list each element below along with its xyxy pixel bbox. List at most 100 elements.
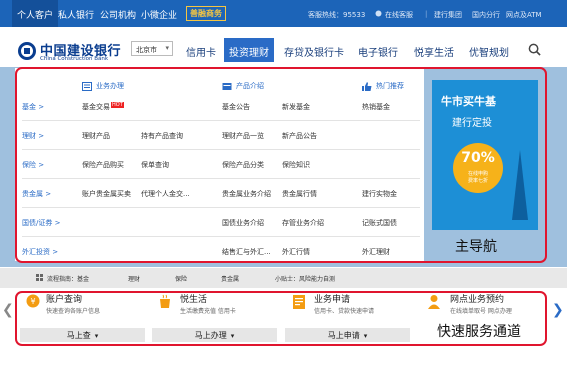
risk-test-link[interactable]: 小贴士：风险能力自测	[275, 274, 335, 283]
chevron-down-icon: ▾	[363, 332, 368, 340]
ccb-group-link[interactable]: 建行集团	[434, 10, 462, 20]
promo-percent: 70%	[461, 150, 495, 166]
menu-link-fx-wealth[interactable]: 外汇理财	[362, 247, 390, 257]
carousel-next-icon[interactable]: ❯	[552, 302, 564, 318]
domestic-branch-link[interactable]: 国内分行	[472, 10, 500, 20]
nav-deposit-loan[interactable]: 存贷及银行卡	[279, 38, 349, 62]
process-guide-metal[interactable]: 贵金属	[221, 274, 239, 283]
menu-link-fund-trade[interactable]: 基金交易 HOT	[82, 102, 124, 112]
service-account-query-desc: 快速查询各账户信息	[46, 308, 101, 315]
top-bar-content: 个人客户 私人银行 公司机构 小微企业 善融商务 客服热线：95533 在线客服…	[0, 0, 567, 27]
card-icon	[222, 82, 232, 90]
menu-link-metal-intro[interactable]: 贵金属业务介绍	[222, 189, 271, 199]
menu-link-fx-settlement[interactable]: 结售汇与外汇...	[222, 247, 271, 257]
menu-row-precious-metal[interactable]: 贵金属 >	[22, 189, 51, 199]
tab-private-banking[interactable]: 私人银行	[58, 8, 94, 21]
service-apply-title[interactable]: 业务申请	[314, 292, 350, 305]
yen-coin-icon: ¥	[26, 294, 40, 308]
divider	[22, 207, 420, 208]
city-select[interactable]: 北京市 ▾	[131, 41, 173, 56]
menu-link-bond-intro[interactable]: 国债业务介绍	[222, 218, 264, 228]
annotation-main-nav: 主导航	[455, 239, 497, 255]
promo-title: 牛市买牛基	[441, 95, 496, 108]
menu-link-policy-query[interactable]: 保单查询	[141, 160, 169, 170]
menu-link-book-entry-bond[interactable]: 记账式国债	[362, 218, 397, 228]
nav-life[interactable]: 悦享生活	[408, 38, 460, 62]
form-icon	[82, 81, 92, 91]
menu-row-forex[interactable]: 外汇投资 >	[22, 247, 58, 257]
finance-badge-link[interactable]: 善融商务	[186, 6, 226, 21]
service-apply-desc: 信用卡、贷款快速申请	[314, 308, 375, 315]
thumb-up-icon	[362, 81, 372, 91]
grid-icon	[36, 274, 43, 281]
service-branch-booking-title[interactable]: 网点业务预约	[450, 292, 504, 305]
ccb-logo-icon[interactable]	[18, 42, 36, 60]
divider	[22, 178, 420, 179]
promo-subtitle: 建行定投	[452, 118, 492, 129]
nav-credit-card[interactable]: 信用卡	[180, 38, 222, 62]
process-guide-insurance[interactable]: 保险	[175, 274, 187, 283]
menu-link-new-product-notice[interactable]: 新产品公告	[282, 131, 317, 141]
life-handle-button[interactable]: 马上办理 ▾	[152, 328, 277, 342]
hotline-text: 客服热线：95533	[308, 11, 366, 19]
menu-row-bonds[interactable]: 国债/证券 >	[22, 218, 60, 228]
online-service-link[interactable]: 在线客服	[385, 10, 413, 20]
menu-link-gold-agency[interactable]: 代理个人金交...	[141, 189, 190, 199]
logo-subtitle: China Construction Bank	[40, 56, 109, 62]
investment-menu-panel	[15, 68, 424, 261]
service-life-desc: 生活缴费充值 信用卡	[180, 308, 236, 315]
account-query-button[interactable]: 马上查 ▾	[20, 328, 145, 342]
apply-now-button[interactable]: 马上申请 ▾	[285, 328, 410, 342]
column-header-hot: 热门推荐	[362, 81, 404, 91]
atm-link[interactable]: 网点及ATM	[506, 10, 542, 20]
menu-row-wealth[interactable]: 理财 >	[22, 131, 44, 141]
svg-text:¥: ¥	[30, 297, 35, 306]
column-header-products: 产品介绍	[222, 81, 264, 91]
process-guide-wealth[interactable]: 理财	[128, 274, 140, 283]
chat-icon	[375, 10, 382, 17]
menu-link-metal-quotes[interactable]: 贵金属行情	[282, 189, 317, 199]
annotation-quick-service: 快速服务通道	[437, 324, 521, 340]
menu-link-holdings-query[interactable]: 持有产品查询	[141, 131, 183, 141]
document-icon	[293, 295, 305, 309]
menu-link-fund-notice[interactable]: 基金公告	[222, 102, 250, 112]
service-account-query-title[interactable]: 账户查询	[46, 292, 82, 305]
nav-planning[interactable]: 优智规划	[463, 38, 515, 62]
divider	[22, 149, 420, 150]
nav-e-banking[interactable]: 电子银行	[352, 38, 404, 62]
menu-link-wealth-list[interactable]: 理财产品一览	[222, 131, 264, 141]
tower-graphic	[512, 150, 528, 220]
menu-link-physical-gold[interactable]: 建行实物金	[362, 189, 397, 199]
menu-link-fx-quotes[interactable]: 外汇行情	[282, 247, 310, 257]
carousel-prev-icon[interactable]: ❮	[2, 302, 14, 318]
promo-badge-line2: 费率七折	[467, 178, 488, 184]
city-value: 北京市	[136, 46, 157, 54]
divider	[22, 236, 420, 237]
menu-row-fund[interactable]: 基金 >	[22, 102, 44, 112]
process-guide-fund[interactable]: 流程指南：基金	[47, 274, 89, 283]
menu-link-custody-intro[interactable]: 存管业务介绍	[282, 218, 324, 228]
service-life-title[interactable]: 悦生活	[180, 292, 207, 305]
menu-link-insurance-category[interactable]: 保险产品分类	[222, 160, 264, 170]
hot-badge: HOT	[111, 102, 124, 108]
divider: |	[425, 10, 428, 18]
search-icon[interactable]	[528, 43, 541, 56]
menu-link-new-fund[interactable]: 新发基金	[282, 102, 310, 112]
column-header-business: 业务办理	[82, 81, 124, 91]
menu-link-metal-trade[interactable]: 账户贵金属买卖	[82, 189, 131, 199]
promo-badge-line1: 在线申购	[467, 171, 488, 177]
menu-link-insurance-knowledge[interactable]: 保险知识	[282, 160, 310, 170]
tab-personal[interactable]: 个人客户	[12, 0, 59, 27]
tab-corporate[interactable]: 公司机构	[100, 8, 136, 21]
tab-small-business[interactable]: 小微企业	[141, 8, 177, 21]
chevron-down-icon: ▾	[230, 332, 235, 340]
chevron-down-icon: ▾	[94, 332, 99, 340]
service-branch-booking-desc: 在线填单取号 网点办理	[450, 308, 512, 315]
menu-row-insurance[interactable]: 保险 >	[22, 160, 44, 170]
menu-link-insurance-buy[interactable]: 保险产品购买	[82, 160, 124, 170]
divider	[22, 120, 420, 121]
menu-link-wealth-products[interactable]: 理财产品	[82, 131, 110, 141]
cup-icon	[160, 294, 170, 308]
nav-investment[interactable]: 投资理财	[224, 38, 274, 62]
menu-link-hot-fund[interactable]: 热销基金	[362, 102, 390, 112]
